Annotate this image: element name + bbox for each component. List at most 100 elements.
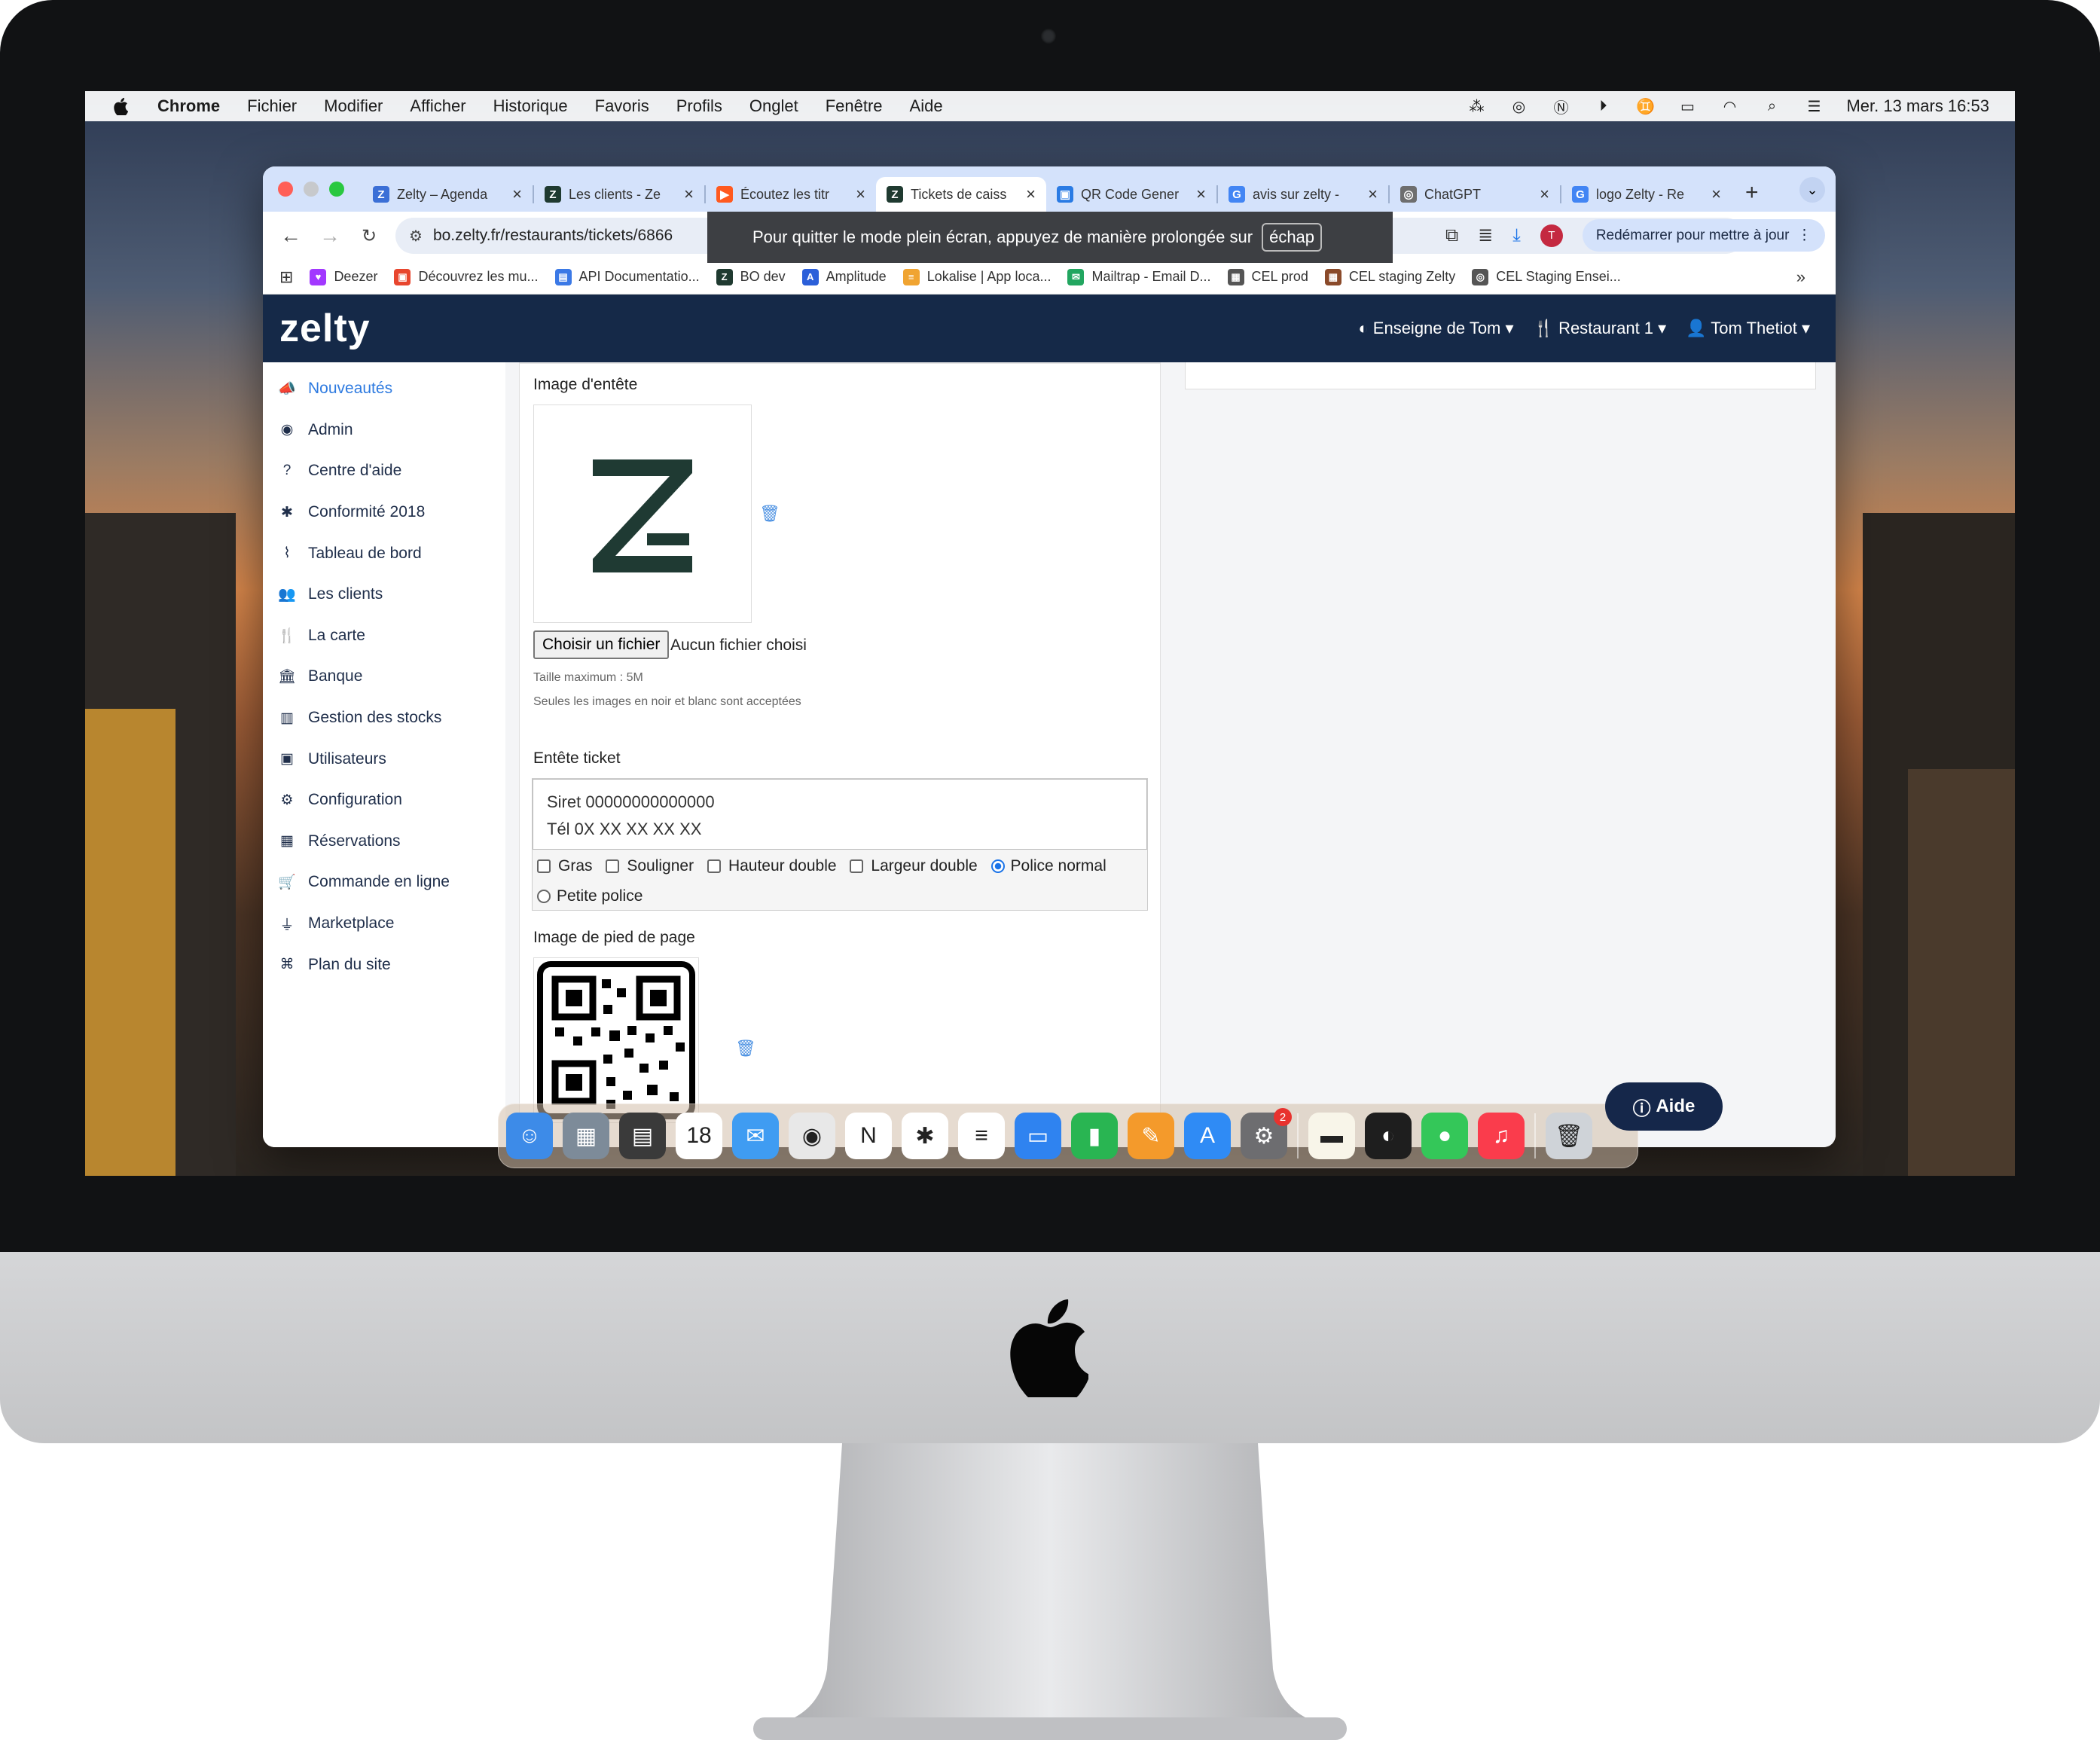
small-font-radio[interactable]: Petite police — [537, 887, 643, 905]
bookmark-item[interactable]: ▦ CEL prod — [1227, 268, 1308, 285]
figma-dock-icon[interactable]: ◐ — [1365, 1113, 1412, 1159]
spotlight-search-icon[interactable]: ⌕ — [1762, 98, 1781, 114]
bookmark-item[interactable]: ▦ CEL staging Zelty — [1324, 268, 1455, 285]
underline-checkbox[interactable]: Souligner — [606, 857, 694, 875]
control-center-icon[interactable]: ☰ — [1804, 98, 1824, 115]
download-icon[interactable]: ⤓ — [1512, 225, 1521, 246]
user-dropdown[interactable]: 👤 Tom Thetiot ▾ — [1686, 319, 1810, 338]
radio-unselected[interactable] — [537, 890, 551, 903]
normal-font-radio[interactable]: Police normal — [990, 857, 1106, 875]
close-tab-icon[interactable]: × — [512, 185, 522, 204]
close-tab-icon[interactable]: × — [1368, 185, 1378, 204]
more-bookmarks-icon[interactable]: » — [1796, 267, 1805, 287]
figma-status-icon[interactable]: ⁂ — [1467, 98, 1486, 115]
site-info-icon[interactable]: ⚙ — [409, 227, 423, 246]
minimize-window-button[interactable] — [304, 182, 319, 197]
sidebar-item[interactable]: ? Centre d'aide — [263, 450, 505, 492]
close-tab-icon[interactable]: × — [1540, 185, 1549, 204]
trash-dock-icon[interactable]: 🗑 — [1546, 1113, 1592, 1159]
browser-tab[interactable]: ◎ ChatGPT × — [1390, 177, 1560, 212]
enseigne-dropdown[interactable]: ◐ Enseigne de Tom ▾ — [1358, 319, 1513, 338]
close-tab-icon[interactable]: × — [856, 185, 865, 204]
browser-tab[interactable]: ▶ Écoutez les titr × — [706, 177, 876, 212]
bold-checkbox[interactable]: Gras — [537, 857, 593, 875]
checkbox-box[interactable] — [537, 859, 551, 873]
reload-icon[interactable]: ↻ — [358, 225, 380, 247]
chatgpt-status-icon[interactable]: ◎ — [1509, 98, 1528, 115]
browser-tab[interactable]: Z Les clients - Ze × — [534, 177, 704, 212]
checkbox-box[interactable] — [606, 859, 620, 873]
forward-arrow-icon[interactable]: → — [319, 224, 341, 248]
menu-aide[interactable]: Aide — [910, 96, 943, 116]
keynote-dock-icon[interactable]: ▭ — [1015, 1113, 1061, 1159]
bookmark-item[interactable]: A Amplitude — [801, 268, 887, 285]
airpods-icon[interactable]: ♊ — [1635, 98, 1655, 115]
browser-tab[interactable]: Gavis sur zelty - × — [1218, 177, 1388, 212]
zelty-logo[interactable]: zelty — [279, 306, 371, 351]
profile-avatar[interactable]: T — [1540, 224, 1563, 247]
battery-icon[interactable]: ▭ — [1677, 98, 1697, 115]
messages-dock-icon[interactable]: ● — [1421, 1113, 1468, 1159]
back-arrow-icon[interactable]: ← — [279, 224, 302, 248]
sidebar-item[interactable]: 🛒 Commande en ligne — [263, 862, 505, 903]
close-tab-icon[interactable]: × — [1711, 185, 1721, 204]
tab-search-dropdown-icon[interactable]: ⌄ — [1799, 177, 1825, 203]
delete-footer-image-icon[interactable]: 🗑 — [735, 1039, 756, 1058]
system-settings-dock-icon[interactable]: ⚙ 2 — [1241, 1108, 1292, 1159]
sidebar-item[interactable]: ▥ Gestion des stocks — [263, 698, 505, 739]
wifi-icon[interactable]: ◠ — [1720, 98, 1739, 115]
sidebar-item[interactable]: ▣ Utilisateurs — [263, 738, 505, 780]
browser-tab[interactable]: Z Tickets de caiss × — [876, 177, 1046, 212]
bookmark-item[interactable]: ▣ Découvrez les mu... — [394, 268, 539, 285]
play-status-icon[interactable]: ⏵ — [1593, 98, 1613, 114]
browser-tab[interactable]: ▣ QR Code Gener × — [1046, 177, 1216, 212]
new-tab-button[interactable]: + — [1745, 180, 1759, 206]
fullscreen-window-button[interactable] — [329, 182, 344, 197]
help-button[interactable]: ⓘ Aide — [1605, 1082, 1723, 1131]
double-width-checkbox[interactable]: Largeur double — [850, 857, 978, 875]
finder-dock-icon[interactable]: ☺ — [506, 1113, 553, 1159]
launchpad-dock-icon[interactable]: ▦ — [563, 1113, 609, 1159]
menu-profils[interactable]: Profils — [676, 96, 722, 116]
music-dock-icon[interactable]: ♫ — [1478, 1113, 1525, 1159]
close-window-button[interactable] — [278, 182, 293, 197]
bookmark-item[interactable]: ♥ Deezer — [310, 268, 377, 285]
restaurant-dropdown[interactable]: 🍴 Restaurant 1 ▾ — [1534, 319, 1667, 338]
reading-list-icon[interactable]: ≣ — [1478, 224, 1493, 246]
double-height-checkbox[interactable]: Hauteur double — [707, 857, 837, 875]
choose-file-button[interactable]: Choisir un fichier — [533, 630, 670, 659]
sidebar-item[interactable]: ⌘ Plan du site — [263, 944, 505, 985]
url-text[interactable]: bo.zelty.fr/restaurants/tickets/6866 — [433, 227, 673, 245]
apps-grid-icon[interactable]: ⊞ — [279, 267, 293, 287]
browser-tab[interactable]: Z Zelty – Agenda × — [362, 177, 533, 212]
browser-tab[interactable]: Glogo Zelty - Re × — [1561, 177, 1732, 212]
menu-onglet[interactable]: Onglet — [749, 96, 798, 116]
sidebar-item[interactable]: 🍴 La carte — [263, 615, 505, 657]
sidebar-item[interactable]: 🏛 Banque — [263, 656, 505, 698]
close-tab-icon[interactable]: × — [684, 185, 694, 204]
reminders-dock-icon[interactable]: ≡ — [958, 1113, 1005, 1159]
sidebar-item[interactable]: ✱ Conformité 2018 — [263, 492, 505, 533]
sidebar-item[interactable]: 👥 Les clients — [263, 574, 505, 615]
calculator-dock-icon[interactable]: ▤ — [619, 1113, 666, 1159]
pages-dock-icon[interactable]: ✎ — [1128, 1113, 1174, 1159]
notion-status-icon[interactable]: Ⓝ — [1551, 98, 1570, 117]
mail-dock-icon[interactable]: ✉ — [732, 1113, 779, 1159]
sidebar-item[interactable]: 📣 Nouveautés — [263, 368, 505, 410]
checkbox-box[interactable] — [707, 859, 721, 873]
slack-dock-icon[interactable]: ✱ — [902, 1113, 948, 1159]
bookmark-item[interactable]: Z BO dev — [716, 268, 786, 285]
restart-update-button[interactable]: Redémarrer pour mettre à jour ⋮ — [1582, 219, 1825, 252]
bookmark-item[interactable]: ▤ API Documentatio... — [554, 268, 700, 285]
notion-dock-icon[interactable]: N — [845, 1113, 892, 1159]
radio-selected[interactable] — [990, 859, 1005, 873]
extensions-icon[interactable]: ⧉ — [1445, 225, 1458, 246]
close-tab-icon[interactable]: × — [1196, 185, 1206, 204]
chrome-dock-icon[interactable]: ◉ — [789, 1113, 835, 1159]
menu-afficher[interactable]: Afficher — [410, 96, 465, 116]
sidebar-item[interactable]: ⚙ Configuration — [263, 780, 505, 821]
bookmark-item[interactable]: ✉ Mailtrap - Email D... — [1067, 268, 1211, 285]
app-store-dock-icon[interactable]: A — [1184, 1113, 1231, 1159]
sidebar-item[interactable]: ⌇ Tableau de bord — [263, 533, 505, 574]
notes-dock-icon[interactable]: ▬ — [1308, 1113, 1355, 1159]
